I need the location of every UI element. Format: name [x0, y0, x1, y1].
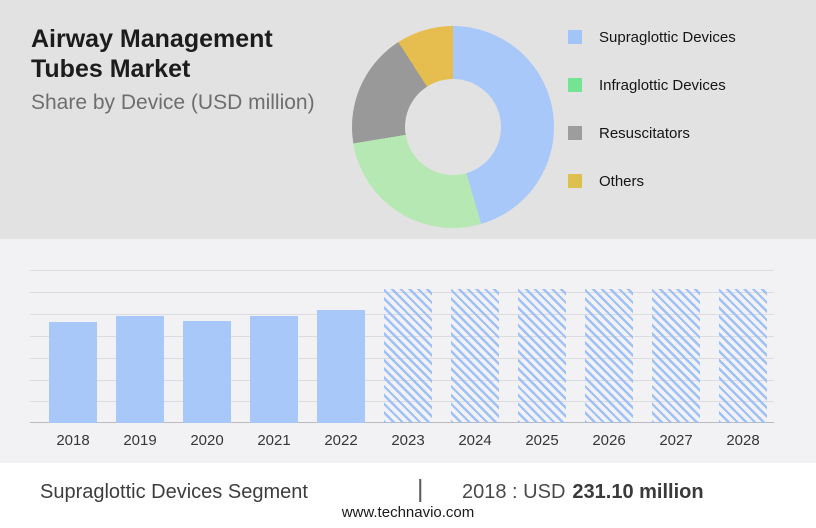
- forecast-bar-2027: [652, 288, 700, 424]
- legend-label: Resuscitators: [599, 124, 690, 142]
- legend-label: Others: [599, 172, 645, 190]
- legend-swatch-icon: [568, 30, 582, 44]
- legend-swatch-icon: [568, 126, 582, 140]
- forecast-bar-2025: [518, 288, 566, 424]
- page-title: Airway Management Tubes Market: [31, 25, 273, 83]
- separator: |: [417, 475, 424, 503]
- x-axis-label: 2028: [726, 432, 760, 449]
- legend-label: Infraglottic Devices: [599, 76, 726, 94]
- donut-chart: [352, 26, 554, 228]
- x-axis-label: 2025: [525, 432, 559, 449]
- chart-legend: Supraglottic Devices Infraglottic Devices…: [568, 13, 736, 205]
- legend-item: Supraglottic Devices: [568, 13, 736, 61]
- legend-swatch-icon: [568, 78, 582, 92]
- infographic-canvas: Airway Management Tubes Market Share by …: [0, 0, 816, 528]
- segment-label: Supraglottic Devices Segment: [40, 481, 308, 503]
- legend-item: Others: [568, 157, 736, 205]
- page-subtitle: Share by Device (USD million): [31, 91, 315, 114]
- historic-bar-2018: [49, 322, 97, 424]
- x-axis-label: 2026: [592, 432, 626, 449]
- legend-item: Resuscitators: [568, 109, 736, 157]
- x-axis-label: 2024: [458, 432, 492, 449]
- value-amount: 231.10 million: [572, 481, 704, 503]
- x-axis-label: 2018: [56, 432, 90, 449]
- footer-bar: Supraglottic Devices Segment | 2018 : US…: [0, 463, 816, 528]
- segment-value: 2018 : USD 231.10 million: [462, 481, 704, 504]
- legend-label: Supraglottic Devices: [599, 28, 736, 46]
- forecast-bar-2028: [719, 288, 767, 424]
- forecast-bar-2026: [585, 288, 633, 424]
- bar-chart-panel: 2018 2019 2020 2021 2022 2023 2024 2025 2026 2027…: [0, 239, 816, 463]
- x-axis-label: 2021: [257, 432, 291, 449]
- gridline: [30, 270, 774, 271]
- bar-chart-plot: [30, 270, 774, 424]
- historic-bar-2022: [317, 310, 365, 424]
- x-axis-label: 2022: [324, 432, 358, 449]
- legend-swatch-icon: [568, 174, 582, 188]
- historic-bar-2021: [250, 316, 298, 424]
- x-axis-label: 2019: [123, 432, 157, 449]
- x-axis-label: 2023: [391, 432, 425, 449]
- value-prefix: 2018 : USD: [462, 481, 566, 503]
- forecast-bar-2024: [451, 288, 499, 424]
- legend-item: Infraglottic Devices: [568, 61, 736, 109]
- website-url: www.technavio.com: [341, 504, 475, 521]
- x-axis-label: 2020: [190, 432, 224, 449]
- x-axis-label: 2027: [659, 432, 693, 449]
- forecast-bar-2023: [384, 288, 432, 424]
- header-panel: Airway Management Tubes Market Share by …: [0, 0, 816, 239]
- donut-hole: [405, 79, 501, 175]
- historic-bar-2019: [116, 316, 164, 424]
- historic-bar-2020: [183, 320, 231, 424]
